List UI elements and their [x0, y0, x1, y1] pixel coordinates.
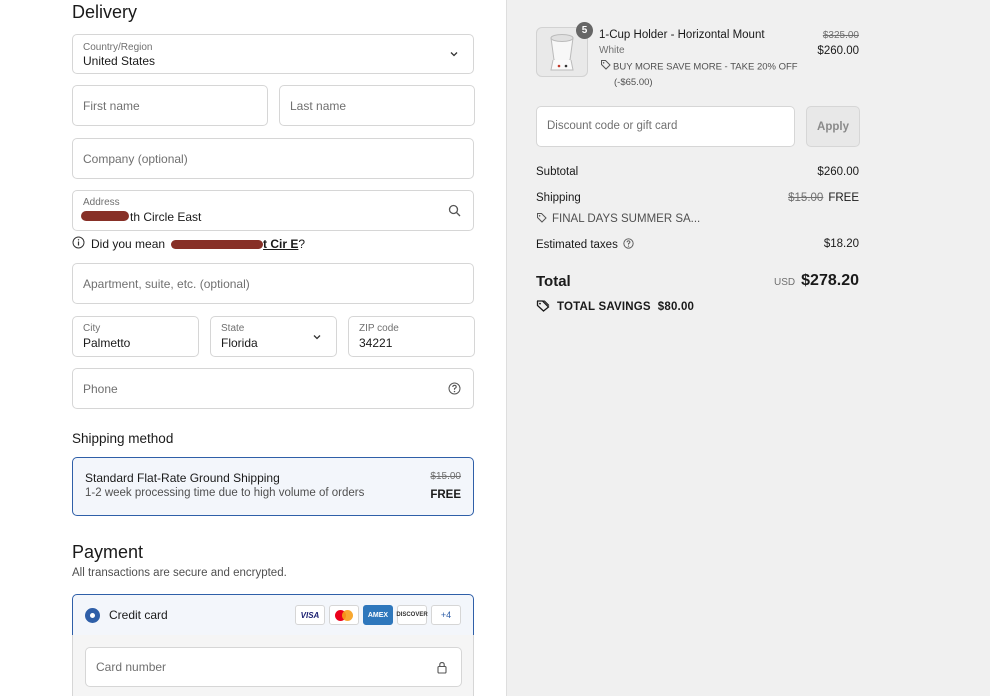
shipping-summary-original: $15.00 [788, 192, 824, 204]
credit-card-radio[interactable] [85, 608, 100, 623]
savings-value: $80.00 [657, 301, 695, 313]
help-icon[interactable] [623, 238, 634, 252]
card-number-placeholder: Card number [96, 660, 167, 674]
total-label: Total [536, 273, 571, 290]
state-value: Florida [221, 336, 258, 350]
address-suggestion: Did you mean t Cir E? [72, 236, 305, 252]
zip-label: ZIP code [359, 323, 399, 334]
quantity-badge: 5 [576, 22, 593, 39]
product-discount-amount: (-$65.00) [614, 77, 653, 88]
taxes-row-label: Estimated taxes [536, 238, 634, 252]
phone-field[interactable]: Phone [72, 368, 474, 409]
state-label: State [221, 323, 245, 334]
shipping-method-heading: Shipping method [72, 431, 174, 446]
zip-field[interactable]: ZIP code 34221 [348, 316, 475, 357]
discount-code-input[interactable]: Discount code or gift card [536, 106, 795, 147]
search-icon[interactable] [447, 204, 461, 218]
company-placeholder: Company (optional) [83, 151, 188, 166]
total-amount: USD $278.20 [774, 272, 859, 290]
did-you-mean-suffix: ? [298, 237, 306, 251]
shipping-discount-text: FINAL DAYS SUMMER SA... [552, 213, 701, 225]
apartment-field[interactable]: Apartment, suite, etc. (optional) [72, 263, 474, 304]
product-discount: BUY MORE SAVE MORE - TAKE 20% OFF (-$65.… [600, 59, 810, 90]
apply-discount-button[interactable]: Apply [806, 106, 860, 147]
taxes-value: $18.20 [823, 238, 859, 250]
card-brands: VISA AMEX DISCOVER +4 [295, 605, 461, 625]
shipping-label: Shipping [536, 192, 581, 204]
amex-icon: AMEX [363, 605, 393, 625]
product-price: $260.00 [817, 45, 859, 57]
shipping-original-price: $15.00 [430, 471, 461, 482]
country-value: United States [83, 54, 156, 68]
redaction-mark [81, 211, 129, 221]
chevron-down-icon [447, 47, 461, 61]
did-you-mean-prefix: Did you mean [91, 237, 166, 251]
total-savings: TOTAL SAVINGS $80.00 [536, 299, 694, 315]
product-variant: White [599, 45, 625, 56]
card-details-panel: Card number [72, 635, 474, 696]
tag-icon [536, 212, 547, 226]
address-field[interactable]: Address th Circle East [72, 190, 474, 231]
state-select[interactable]: State Florida [210, 316, 337, 357]
chevron-down-icon [310, 330, 324, 344]
savings-tag-icon [536, 299, 550, 315]
delivery-heading: Delivery [72, 2, 138, 22]
visa-icon: VISA [295, 605, 325, 625]
city-field[interactable]: City Palmetto [72, 316, 199, 357]
company-field[interactable]: Company (optional) [72, 138, 474, 179]
mastercard-icon [329, 605, 359, 625]
shipping-option-description: 1-2 week processing time due to high vol… [85, 487, 365, 499]
apartment-placeholder: Apartment, suite, etc. (optional) [83, 276, 250, 291]
shipping-summary-value: FREE [828, 192, 859, 204]
address-value: th Circle East [130, 210, 202, 224]
redaction-mark [171, 240, 264, 250]
discover-icon: DISCOVER [396, 605, 428, 625]
country-select[interactable]: Country/Region United States [72, 34, 474, 74]
suggested-address-link[interactable]: t Cir E [171, 237, 298, 251]
last-name-placeholder: Last name [290, 98, 347, 113]
last-name-field[interactable]: Last name [279, 85, 475, 126]
first-name-field[interactable]: First name [72, 85, 268, 126]
total-value: $278.20 [801, 272, 859, 289]
address-label: Address [83, 197, 120, 208]
tag-icon [600, 59, 611, 75]
info-icon [72, 236, 85, 252]
phone-placeholder: Phone [83, 381, 118, 396]
shipping-discount: FINAL DAYS SUMMER SA... [536, 212, 700, 226]
product-original-price: $325.00 [822, 30, 859, 41]
suggested-address-text: t Cir E [263, 237, 299, 251]
currency-code: USD [774, 277, 796, 288]
zip-value: 34221 [359, 336, 393, 350]
taxes-label: Estimated taxes [536, 239, 618, 251]
order-summary [506, 0, 990, 696]
subtotal-value: $260.00 [817, 166, 859, 178]
shipping-option-name: Standard Flat-Rate Ground Shipping [85, 471, 280, 485]
savings-label: TOTAL SAVINGS [557, 301, 651, 313]
more-cards-badge: +4 [431, 605, 461, 625]
product-discount-text: BUY MORE SAVE MORE - TAKE 20% OFF [613, 61, 798, 73]
subtotal-label: Subtotal [536, 166, 579, 178]
country-label: Country/Region [83, 42, 153, 53]
payment-security-note: All transactions are secure and encrypte… [72, 567, 287, 579]
credit-card-label: Credit card [109, 608, 168, 622]
lock-icon [435, 660, 449, 674]
first-name-placeholder: First name [83, 98, 140, 113]
help-icon[interactable] [447, 382, 461, 396]
city-label: City [83, 323, 101, 334]
payment-heading: Payment [72, 542, 144, 562]
city-value: Palmetto [83, 336, 131, 350]
shipping-option[interactable]: Standard Flat-Rate Ground Shipping 1-2 w… [72, 457, 474, 516]
credit-card-option[interactable]: Credit card VISA AMEX DISCOVER +4 [72, 594, 474, 636]
card-number-field[interactable]: Card number [85, 647, 462, 687]
shipping-price: FREE [430, 489, 461, 501]
shipping-summary: $15.00 FREE [788, 192, 859, 204]
product-name: 1-Cup Holder - Horizontal Mount [599, 29, 765, 41]
checkout-form: Delivery Country/Region United States Fi… [0, 0, 506, 696]
